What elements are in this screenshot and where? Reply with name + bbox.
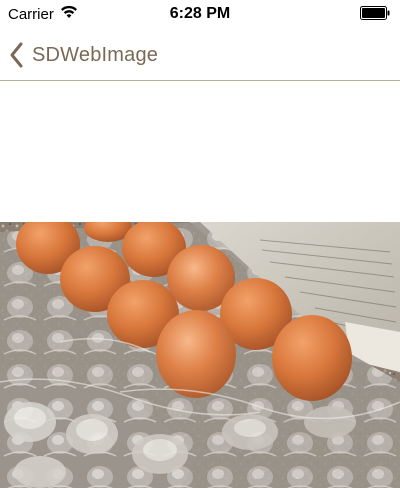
egg-carton-illustration (0, 222, 400, 488)
status-bar: Carrier 6:28 PM (0, 0, 400, 28)
egg-carton-image (0, 222, 400, 488)
navigation-bar: SDWebImage (0, 28, 400, 81)
back-button[interactable]: SDWebImage (8, 38, 158, 72)
battery-icon (360, 6, 390, 20)
status-time: 6:28 PM (169, 5, 231, 22)
chevron-left-icon (10, 42, 23, 68)
back-button-label: SDWebImage (32, 43, 159, 66)
app-screen: Carrier 6:28 PM SDWebImage (0, 0, 400, 488)
content-area (0, 81, 400, 488)
